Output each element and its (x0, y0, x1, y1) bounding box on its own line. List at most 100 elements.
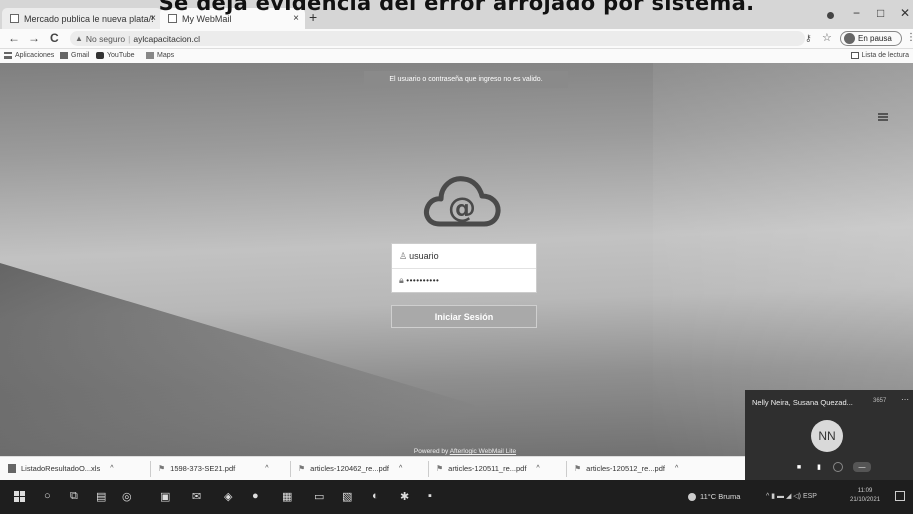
tab-title: Mercado publica le nueva plata/! (24, 13, 154, 24)
download-filename: articles-120462_re...pdf (310, 464, 389, 473)
bookmark-maps[interactable]: Maps (146, 52, 174, 59)
share-screen-icon[interactable] (833, 462, 843, 472)
url-omnibox[interactable]: ▲ No seguro | aylcapacitacion.cl (70, 31, 805, 46)
tab-mercado-publico[interactable]: Mercado publica le nueva plata/! × (2, 8, 162, 29)
browser-menu-icon[interactable]: ⋮ (906, 32, 913, 43)
divider (428, 461, 429, 477)
user-icon: ♙ (399, 250, 408, 261)
username-placeholder: usuario (409, 251, 439, 261)
chevron-up-icon[interactable]: ^ (110, 465, 113, 472)
app-icon[interactable]: ▭ (314, 490, 324, 503)
divider: | (128, 33, 131, 44)
reading-list-button[interactable]: Lista de lectura (850, 52, 909, 59)
chevron-up-icon[interactable]: ^ (265, 465, 268, 472)
weather-text: 11°C Bruma (700, 492, 741, 501)
pdf-file-icon: ⚑ (574, 464, 582, 473)
task-view-icon[interactable]: ⧉ (70, 490, 78, 503)
chevron-up-icon[interactable]: ^ (399, 465, 402, 472)
chevron-up-icon[interactable]: ^ (675, 465, 678, 472)
svg-text:@: @ (448, 191, 476, 224)
page-menu-icon[interactable] (878, 113, 888, 121)
password-value: •••••••••• (406, 276, 440, 285)
reading-list-label: Lista de lectura (861, 52, 909, 59)
youtube-icon (96, 52, 104, 59)
profile-status: En pausa (858, 34, 892, 43)
download-item[interactable]: ⚑ articles-120511_re...pdf ^ (436, 464, 540, 473)
url-text: aylcapacitacion.cl (133, 33, 200, 44)
app-icon[interactable]: ✱ (400, 490, 409, 503)
bookmark-star-icon[interactable]: ☆ (822, 31, 832, 44)
chevron-up-icon[interactable]: ^ (536, 465, 539, 472)
call-participants: Nelly Neira, Susana Quezad... (752, 398, 853, 407)
profile-indicator-icon[interactable] (827, 12, 834, 19)
reading-list-icon (850, 52, 859, 59)
divider (290, 461, 291, 477)
bookmark-apps[interactable]: Aplicaciones (4, 52, 54, 59)
app-icon[interactable]: ▪ (428, 490, 432, 502)
security-status: No seguro (85, 33, 126, 44)
system-tray[interactable]: ^ ▮ ▬ ◢ ◁) ESP (766, 492, 817, 500)
windows-start-icon[interactable] (14, 491, 25, 502)
store-icon[interactable]: ▣ (160, 490, 170, 503)
bookmark-gmail[interactable]: Gmail (60, 52, 89, 59)
search-icon[interactable]: ○ (44, 490, 51, 502)
download-filename: articles-120512_re...pdf (586, 464, 665, 473)
call-meeting-code: 3657 (873, 398, 887, 404)
warning-icon[interactable]: ▲ (75, 34, 83, 43)
download-filename: articles-120511_re...pdf (448, 464, 527, 473)
downloads-bar: ListadoResultadoO...xls ^ ⚑ 1598-373-SE2… (0, 456, 745, 480)
tab-title: My WebMail (182, 13, 232, 24)
bookmark-label: YouTube (107, 52, 135, 59)
bookmark-label: Aplicaciones (15, 52, 55, 59)
language-indicator[interactable]: ESP (803, 493, 817, 500)
edge-browser-icon[interactable]: ◎ (122, 490, 132, 503)
error-banner: El usuario o contraseña que ingreso no e… (364, 71, 568, 88)
powered-by-link[interactable]: Afterlogic WebMail Lite (450, 448, 516, 455)
reload-icon[interactable]: C (50, 31, 59, 45)
app-icon[interactable]: ◐ (372, 490, 379, 502)
calculator-icon[interactable]: ▦ (282, 490, 292, 503)
avatar-icon (844, 33, 855, 44)
participant-avatar: NN (811, 420, 843, 452)
login-button[interactable]: Iniciar Sesión (391, 305, 537, 328)
back-arrow-icon[interactable]: ← (8, 31, 20, 45)
hang-up-icon[interactable]: — (853, 462, 871, 472)
username-field[interactable]: ♙ usuario (392, 244, 536, 268)
bookmark-youtube[interactable]: YouTube (96, 52, 135, 59)
download-item[interactable]: ListadoResultadoO...xls ^ (8, 464, 114, 473)
pdf-file-icon: ⚑ (298, 464, 306, 473)
close-tab-icon[interactable]: × (150, 13, 156, 24)
microphone-icon[interactable]: ▮ (812, 462, 826, 472)
more-options-icon[interactable]: ⋯ (901, 395, 909, 404)
divider (566, 461, 567, 477)
profile-button[interactable]: En pausa (840, 31, 902, 46)
webmail-cloud-logo-icon: @ (424, 176, 501, 227)
clock-time: 11:09 (857, 488, 873, 494)
notification-icon[interactable] (895, 491, 905, 501)
windows-taskbar: ○ ⧉ ▤ ◎ ▣ ✉ ◈ ● ▦ ▭ ▧ ◐ ✱ ▪ 11°C Bruma ^… (0, 480, 913, 514)
login-form: ♙ usuario 🔒︎ •••••••••• (391, 243, 537, 293)
address-bar-row: ← → C ▲ No seguro | aylcapacitacion.cl ⚷… (0, 29, 913, 49)
password-field[interactable]: 🔒︎ •••••••••• (392, 268, 536, 292)
download-item[interactable]: ⚑ 1598-373-SE21.pdf ^ (158, 464, 269, 473)
teams-icon[interactable]: ✉ (192, 490, 201, 503)
apps-icon (4, 52, 12, 59)
bookmark-label: Maps (157, 52, 175, 59)
forward-arrow-icon[interactable]: → (28, 31, 40, 45)
download-item[interactable]: ⚑ articles-120462_re...pdf ^ (298, 464, 402, 473)
screenshot-caption: Se deja evidencia del error arrojado por… (158, 0, 755, 15)
taskbar-clock[interactable]: 11:09 21/10/2021 (850, 487, 880, 505)
powered-by-footer: Powered by Afterlogic WebMail Lite (360, 448, 570, 455)
photos-icon[interactable]: ▧ (342, 490, 352, 503)
chrome-icon[interactable]: ● (252, 490, 259, 502)
camera-icon[interactable]: ■ (792, 462, 806, 472)
file-explorer-icon[interactable]: ▤ (96, 490, 106, 503)
weather-widget[interactable]: 11°C Bruma (688, 492, 740, 501)
app-icon[interactable]: ◈ (224, 490, 232, 503)
excel-file-icon (8, 464, 16, 473)
password-key-icon[interactable]: ⚷ (805, 33, 812, 44)
mail-favicon-icon (168, 14, 177, 23)
download-item[interactable]: ⚑ articles-120512_re...pdf ^ (574, 464, 678, 473)
page-favicon-icon (10, 14, 19, 23)
lock-icon: 🔒︎ (399, 275, 405, 285)
